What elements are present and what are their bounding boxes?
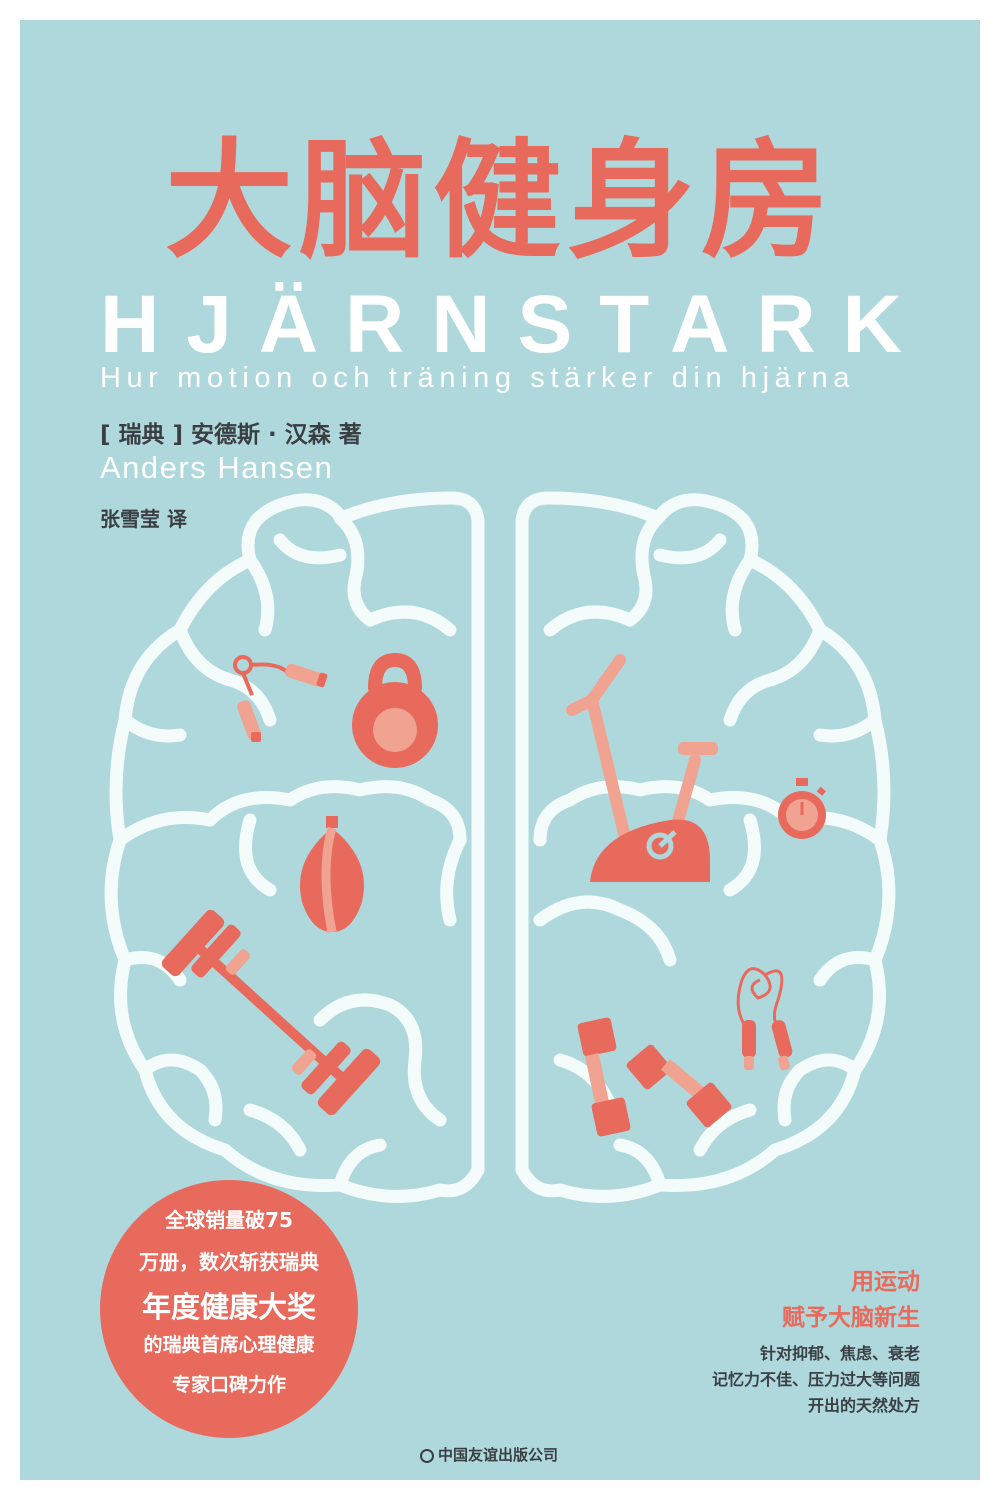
brain-left-hemisphere bbox=[104, 491, 485, 1203]
description-line-3: 开出的天然处方 bbox=[807, 1396, 920, 1415]
slogan-line-2: 赋予大脑新生 bbox=[782, 1305, 920, 1331]
barbell-icon bbox=[161, 909, 381, 1116]
kettlebell-icon bbox=[352, 652, 438, 768]
description-line-1: 针对抑郁、焦虑、衰老 bbox=[759, 1344, 920, 1363]
sales-badge: 全球销量破75 万册，数次斩获瑞典 年度健康大奖 的瑞典首席心理健康 专家口碑力… bbox=[100, 1180, 358, 1438]
badge-line-2: 万册，数次斩获瑞典 bbox=[139, 1250, 319, 1274]
speed-bag-icon bbox=[300, 816, 364, 933]
description-line-2: 记忆力不佳、压力过大等问题 bbox=[711, 1370, 920, 1389]
badge-line-5: 专家口碑力作 bbox=[171, 1374, 286, 1396]
badge-line-1: 全球销量破75 bbox=[165, 1208, 293, 1232]
book-cover: 大脑健身房 HJÄRNSTARK Hur motion och träning … bbox=[20, 20, 980, 1480]
hand-gripper-icon bbox=[233, 655, 328, 742]
stopwatch-icon bbox=[778, 778, 826, 839]
publisher-logo-icon bbox=[420, 1449, 434, 1463]
badge-line-3: 年度健康大奖 bbox=[141, 1290, 316, 1324]
badge-line-4: 的瑞典首席心理健康 bbox=[143, 1334, 315, 1356]
publisher-name: 中国友谊出版公司 bbox=[438, 1446, 559, 1464]
slogan-line-1: 用运动 bbox=[851, 1269, 920, 1295]
publisher: 中国友谊出版公司 bbox=[420, 1443, 558, 1467]
exercise-bike-icon bbox=[566, 654, 718, 882]
jump-rope-icon bbox=[736, 967, 793, 1071]
dumbbells-icon bbox=[577, 1017, 732, 1137]
